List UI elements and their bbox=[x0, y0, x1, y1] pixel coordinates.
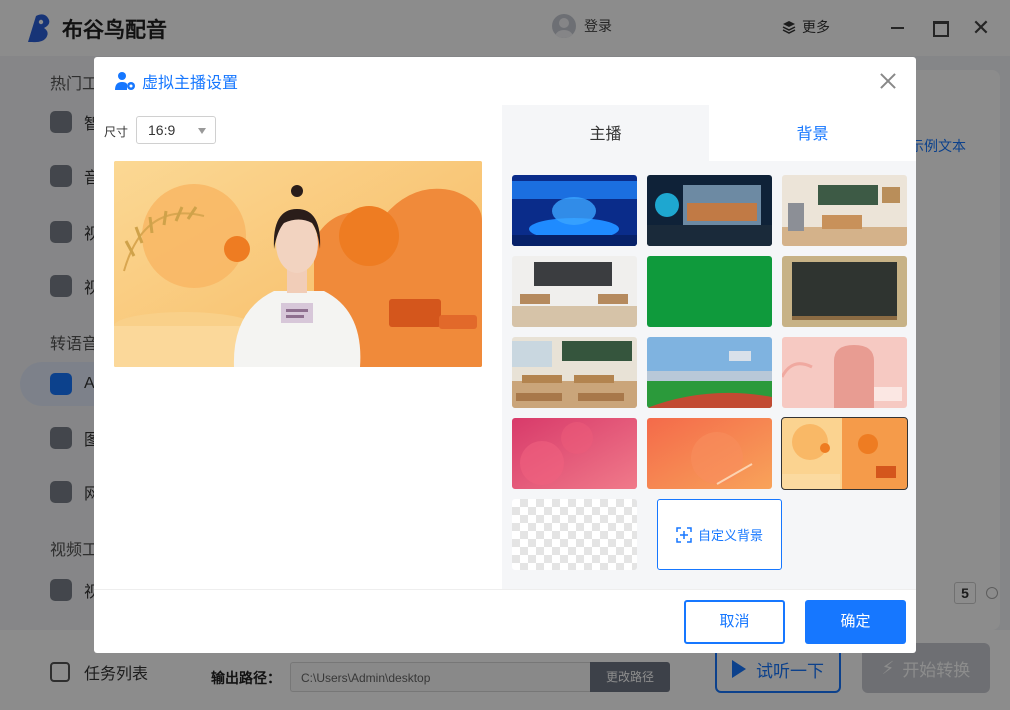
bg-thumb-pink-room[interactable] bbox=[782, 337, 907, 408]
background-grid: 自定义背景 bbox=[512, 175, 912, 585]
bg-thumb-green-screen[interactable] bbox=[647, 256, 772, 327]
user-settings-icon bbox=[115, 72, 135, 90]
bg-thumb-classroom-desks[interactable] bbox=[512, 337, 637, 408]
bg-thumb-pink-gradient[interactable] bbox=[512, 418, 637, 489]
size-label: 尺寸 bbox=[104, 125, 129, 139]
thumb-image bbox=[512, 256, 637, 327]
thumb-image bbox=[647, 175, 772, 246]
add-image-icon bbox=[676, 526, 692, 543]
thumb-image bbox=[512, 175, 637, 246]
thumb-image bbox=[512, 418, 637, 489]
thumb-image bbox=[782, 256, 907, 327]
bg-thumb-classroom-green-board[interactable] bbox=[782, 175, 907, 246]
bg-thumb-news-studio-city[interactable] bbox=[647, 175, 772, 246]
custom-background-label: 自定义背景 bbox=[697, 528, 763, 543]
bg-thumb-transparent[interactable] bbox=[512, 499, 637, 570]
confirm-button[interactable]: 确定 bbox=[805, 600, 906, 644]
bg-thumb-orange-stage[interactable] bbox=[781, 417, 908, 490]
dialog-footer: 取消 确定 bbox=[94, 589, 916, 653]
size-select-value: 16:9 bbox=[148, 122, 176, 138]
thumb-image bbox=[782, 418, 907, 489]
settings-pane: 主播 背景 自定义背景 bbox=[502, 105, 916, 589]
bg-thumb-blackboard[interactable] bbox=[782, 256, 907, 327]
tab-anchor[interactable]: 主播 bbox=[502, 105, 709, 161]
bg-thumb-stadium[interactable] bbox=[647, 337, 772, 408]
thumb-image bbox=[782, 175, 907, 246]
size-select[interactable]: 16:9 bbox=[136, 116, 216, 144]
anchor-preview-image bbox=[114, 161, 482, 367]
thumb-image bbox=[782, 337, 907, 408]
tab-background[interactable]: 背景 bbox=[709, 105, 916, 161]
preview-pane: 尺寸 16:9 bbox=[94, 105, 500, 589]
virtual-anchor-dialog: 虚拟主播设置 尺寸 16:9 主播 背景 自定义背景 取消 确定 bbox=[94, 57, 916, 653]
bg-thumb-classroom-dark[interactable] bbox=[512, 256, 637, 327]
dialog-title: 虚拟主播设置 bbox=[142, 75, 239, 92]
thumb-image bbox=[647, 418, 772, 489]
thumb-image bbox=[647, 337, 772, 408]
preview-scene bbox=[114, 161, 482, 367]
dialog-header: 虚拟主播设置 bbox=[94, 57, 916, 105]
thumb-image bbox=[512, 337, 637, 408]
bg-thumb-orange-gradient[interactable] bbox=[647, 418, 772, 489]
bg-thumb-news-studio-blue[interactable] bbox=[512, 175, 637, 246]
cancel-button[interactable]: 取消 bbox=[684, 600, 785, 644]
dialog-close-icon[interactable] bbox=[876, 69, 900, 93]
chevron-down-icon bbox=[198, 128, 206, 134]
tab-bar: 主播 背景 bbox=[502, 105, 916, 161]
custom-background-button[interactable]: 自定义背景 bbox=[657, 499, 782, 570]
